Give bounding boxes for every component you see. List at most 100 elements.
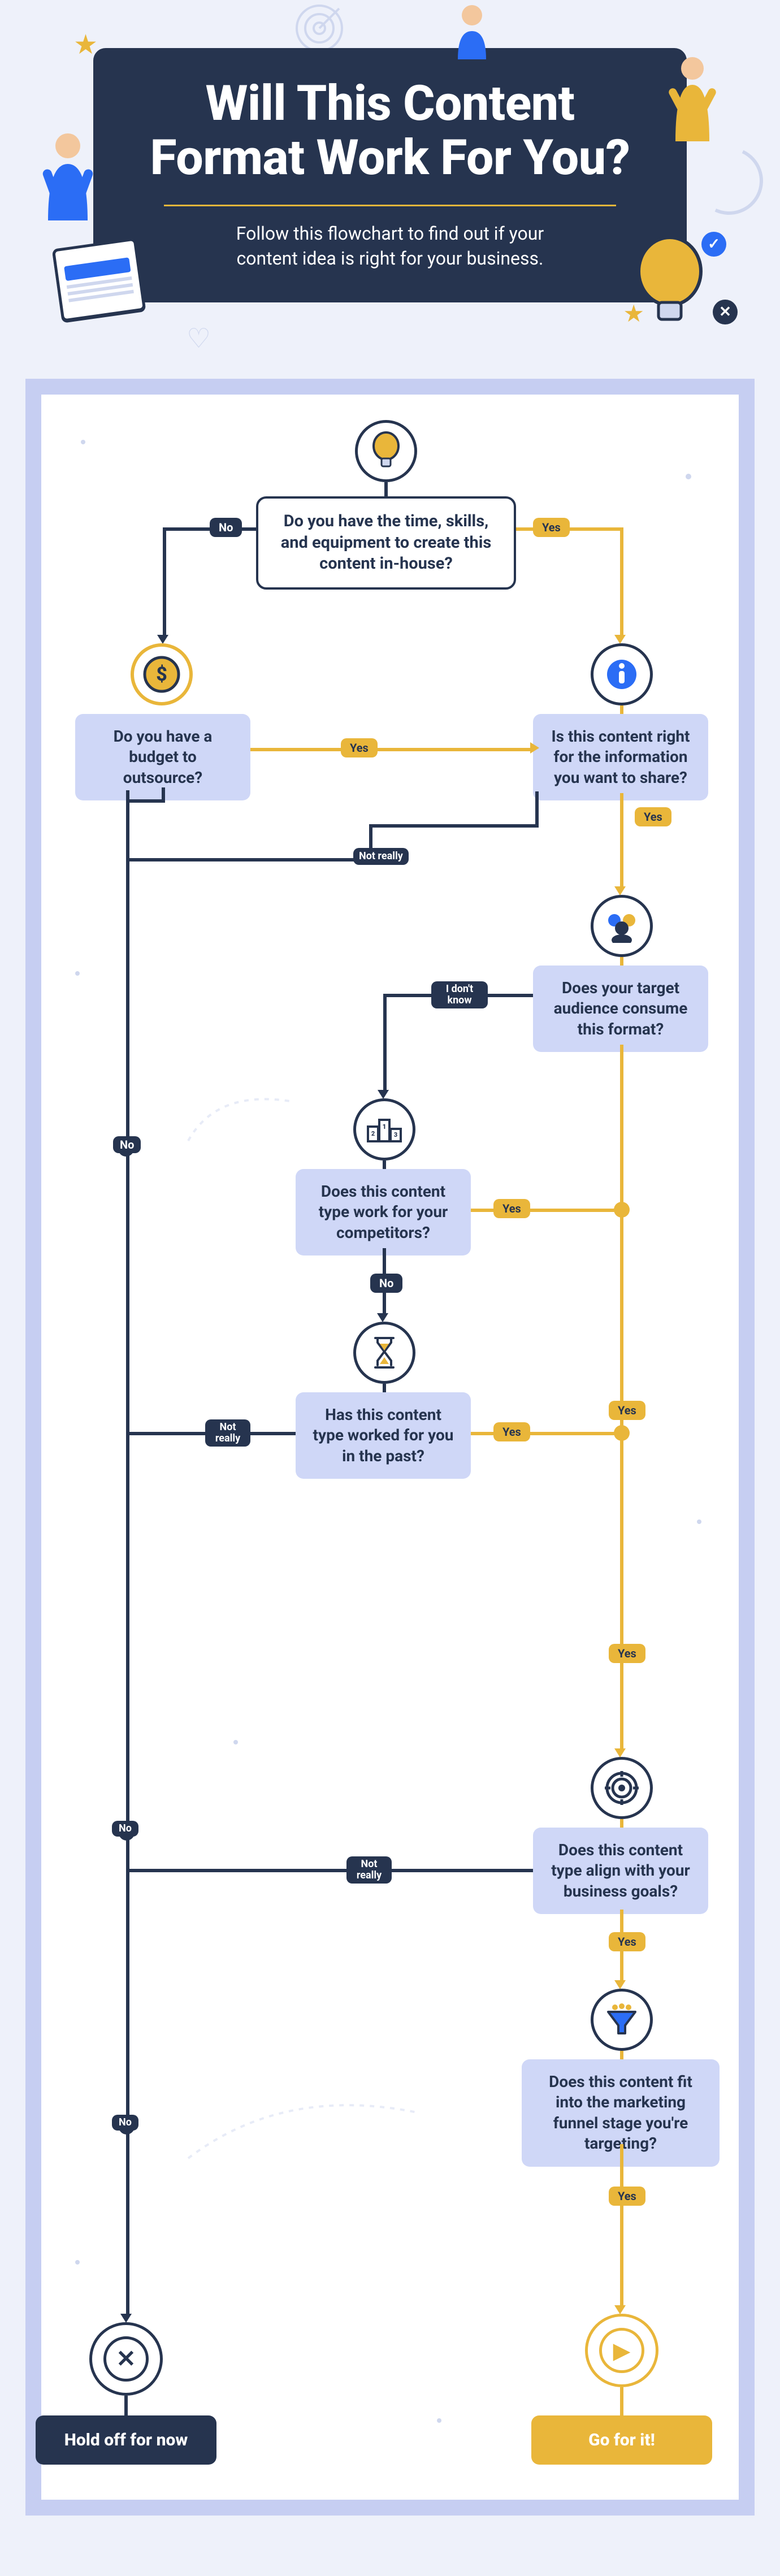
funnel-icon: [591, 1989, 653, 2051]
arrow-icon: [530, 742, 539, 754]
connector: [369, 824, 539, 828]
bg-squiggle: [183, 1084, 296, 1152]
bg-dot: [75, 971, 80, 976]
label-no: No: [370, 1274, 402, 1293]
check-badge-icon: ✓: [701, 232, 726, 257]
node-past-text: Has this content type worked for you in …: [313, 1405, 454, 1465]
connector: [250, 748, 533, 751]
arrow-icon: [614, 1748, 626, 1757]
label-yes: Yes: [609, 2187, 645, 2206]
label-yes: Yes: [609, 1401, 645, 1420]
label-no: No: [112, 2115, 138, 2131]
cross-icon: ✕: [103, 2336, 149, 2382]
node-goals: Does this content type align with your b…: [533, 1828, 708, 1914]
connector: [124, 2396, 128, 2415]
star-icon-2: ★: [623, 300, 644, 328]
connector: [383, 994, 387, 1093]
outcome-go-text: Go for it!: [588, 2430, 655, 2450]
node-competitors-text: Does this content type work for your com…: [319, 1182, 448, 1242]
node-audience: Does your target audience consume this f…: [533, 966, 708, 1052]
arrow-icon: [614, 1980, 626, 1989]
arrow-icon: [614, 886, 626, 895]
connector: [129, 1869, 533, 1872]
info-icon: [591, 643, 653, 705]
label-yes: Yes: [635, 807, 671, 826]
connector: [620, 2387, 623, 2415]
node-competitors: Does this content type work for your com…: [296, 1169, 471, 1255]
target-icon: [591, 1757, 653, 1819]
arrow-icon: [614, 635, 626, 644]
bg-dot: [233, 1740, 238, 1744]
svg-text:$: $: [156, 663, 167, 686]
header-card: Will This Content Format Work For You? F…: [93, 48, 687, 302]
label-not-really: Not really: [205, 1419, 250, 1447]
node-funnel-text: Does this content fit into the marketing…: [549, 2072, 692, 2153]
bg-dot: [697, 1519, 701, 1524]
big-lightbulb-icon: [627, 232, 712, 350]
node-start: Do you have the time, skills, and equipm…: [256, 496, 516, 590]
label-yes: Yes: [609, 1644, 645, 1663]
label-no: No: [112, 1821, 138, 1837]
title-divider: [164, 205, 616, 206]
svg-text:2: 2: [371, 1130, 375, 1137]
node-info-text: Is this content right for the informatio…: [551, 727, 690, 787]
flowchart-panel: Do you have the time, skills, and equipm…: [25, 379, 755, 2516]
connector: [162, 787, 165, 803]
bg-dot: [437, 2418, 441, 2423]
connector: [163, 527, 166, 638]
svg-text:1: 1: [383, 1123, 387, 1131]
subtitle-line-1: Follow this flowchart to find out if you…: [236, 223, 544, 244]
arrow-icon: [157, 635, 168, 644]
connector: [126, 790, 129, 2317]
outcome-go: Go for it!: [531, 2415, 712, 2465]
star-icon: ★: [73, 28, 98, 60]
connector: [620, 793, 623, 889]
outcome-hold-text: Hold off for now: [64, 2430, 188, 2450]
header-area: ♡ Will This Content Format Work For You?…: [0, 0, 780, 362]
label-yes: Yes: [493, 1422, 530, 1441]
go-disc: ▶: [585, 2314, 658, 2387]
podium-icon: 1 2 3: [353, 1098, 415, 1161]
node-audience-text: Does your target audience consume this f…: [554, 979, 688, 1038]
bg-dot: [75, 2260, 80, 2265]
lightbulb-icon: [355, 420, 417, 482]
arrow-icon: [120, 2314, 132, 2323]
bg-squiggle: [183, 2079, 426, 2170]
label-yes: Yes: [609, 1932, 645, 1951]
label-not-really: Not really: [353, 848, 409, 865]
junction-dot: [614, 1425, 630, 1441]
connector: [620, 527, 623, 638]
bg-dot: [81, 440, 85, 444]
webpage-icon: [52, 237, 146, 322]
label-not-really: Not really: [346, 1856, 392, 1884]
title-line-1: Will This Content: [205, 75, 574, 132]
page-subtitle: Follow this flowchart to find out if you…: [138, 221, 642, 272]
subtitle-line-2: content idea is right for your business.: [237, 248, 544, 269]
page-title: Will This Content Format Work For You?: [138, 76, 642, 185]
person-left-icon: [31, 130, 105, 236]
connector: [535, 791, 539, 828]
label-yes: Yes: [493, 1199, 530, 1218]
hourglass-icon: [353, 1322, 415, 1384]
outcome-hold: Hold off for now: [36, 2415, 216, 2465]
junction-dot: [614, 1202, 630, 1218]
arrow-icon: [614, 2305, 626, 2314]
label-yes: Yes: [533, 518, 570, 537]
node-past: Has this content type worked for you in …: [296, 1392, 471, 1479]
play-icon: ▶: [599, 2328, 644, 2373]
bg-dot: [686, 474, 691, 479]
svg-text:3: 3: [394, 1131, 397, 1138]
label-idk: I don't know: [431, 981, 488, 1008]
x-badge-icon: ✕: [713, 300, 738, 324]
hold-off-disc: ✕: [89, 2322, 163, 2396]
label-no: No: [210, 518, 242, 537]
node-goals-text: Does this content type align with your b…: [551, 1841, 690, 1900]
node-info: Is this content right for the informatio…: [533, 714, 708, 800]
heart-bg-icon: ♡: [187, 322, 211, 354]
label-no: No: [113, 1136, 141, 1153]
arrow-icon: [378, 1090, 389, 1099]
connector: [620, 2144, 623, 2308]
connector: [129, 858, 372, 861]
person-top-icon: [447, 3, 497, 70]
node-budget-text: Do you have a budget to outsource?: [114, 727, 213, 787]
